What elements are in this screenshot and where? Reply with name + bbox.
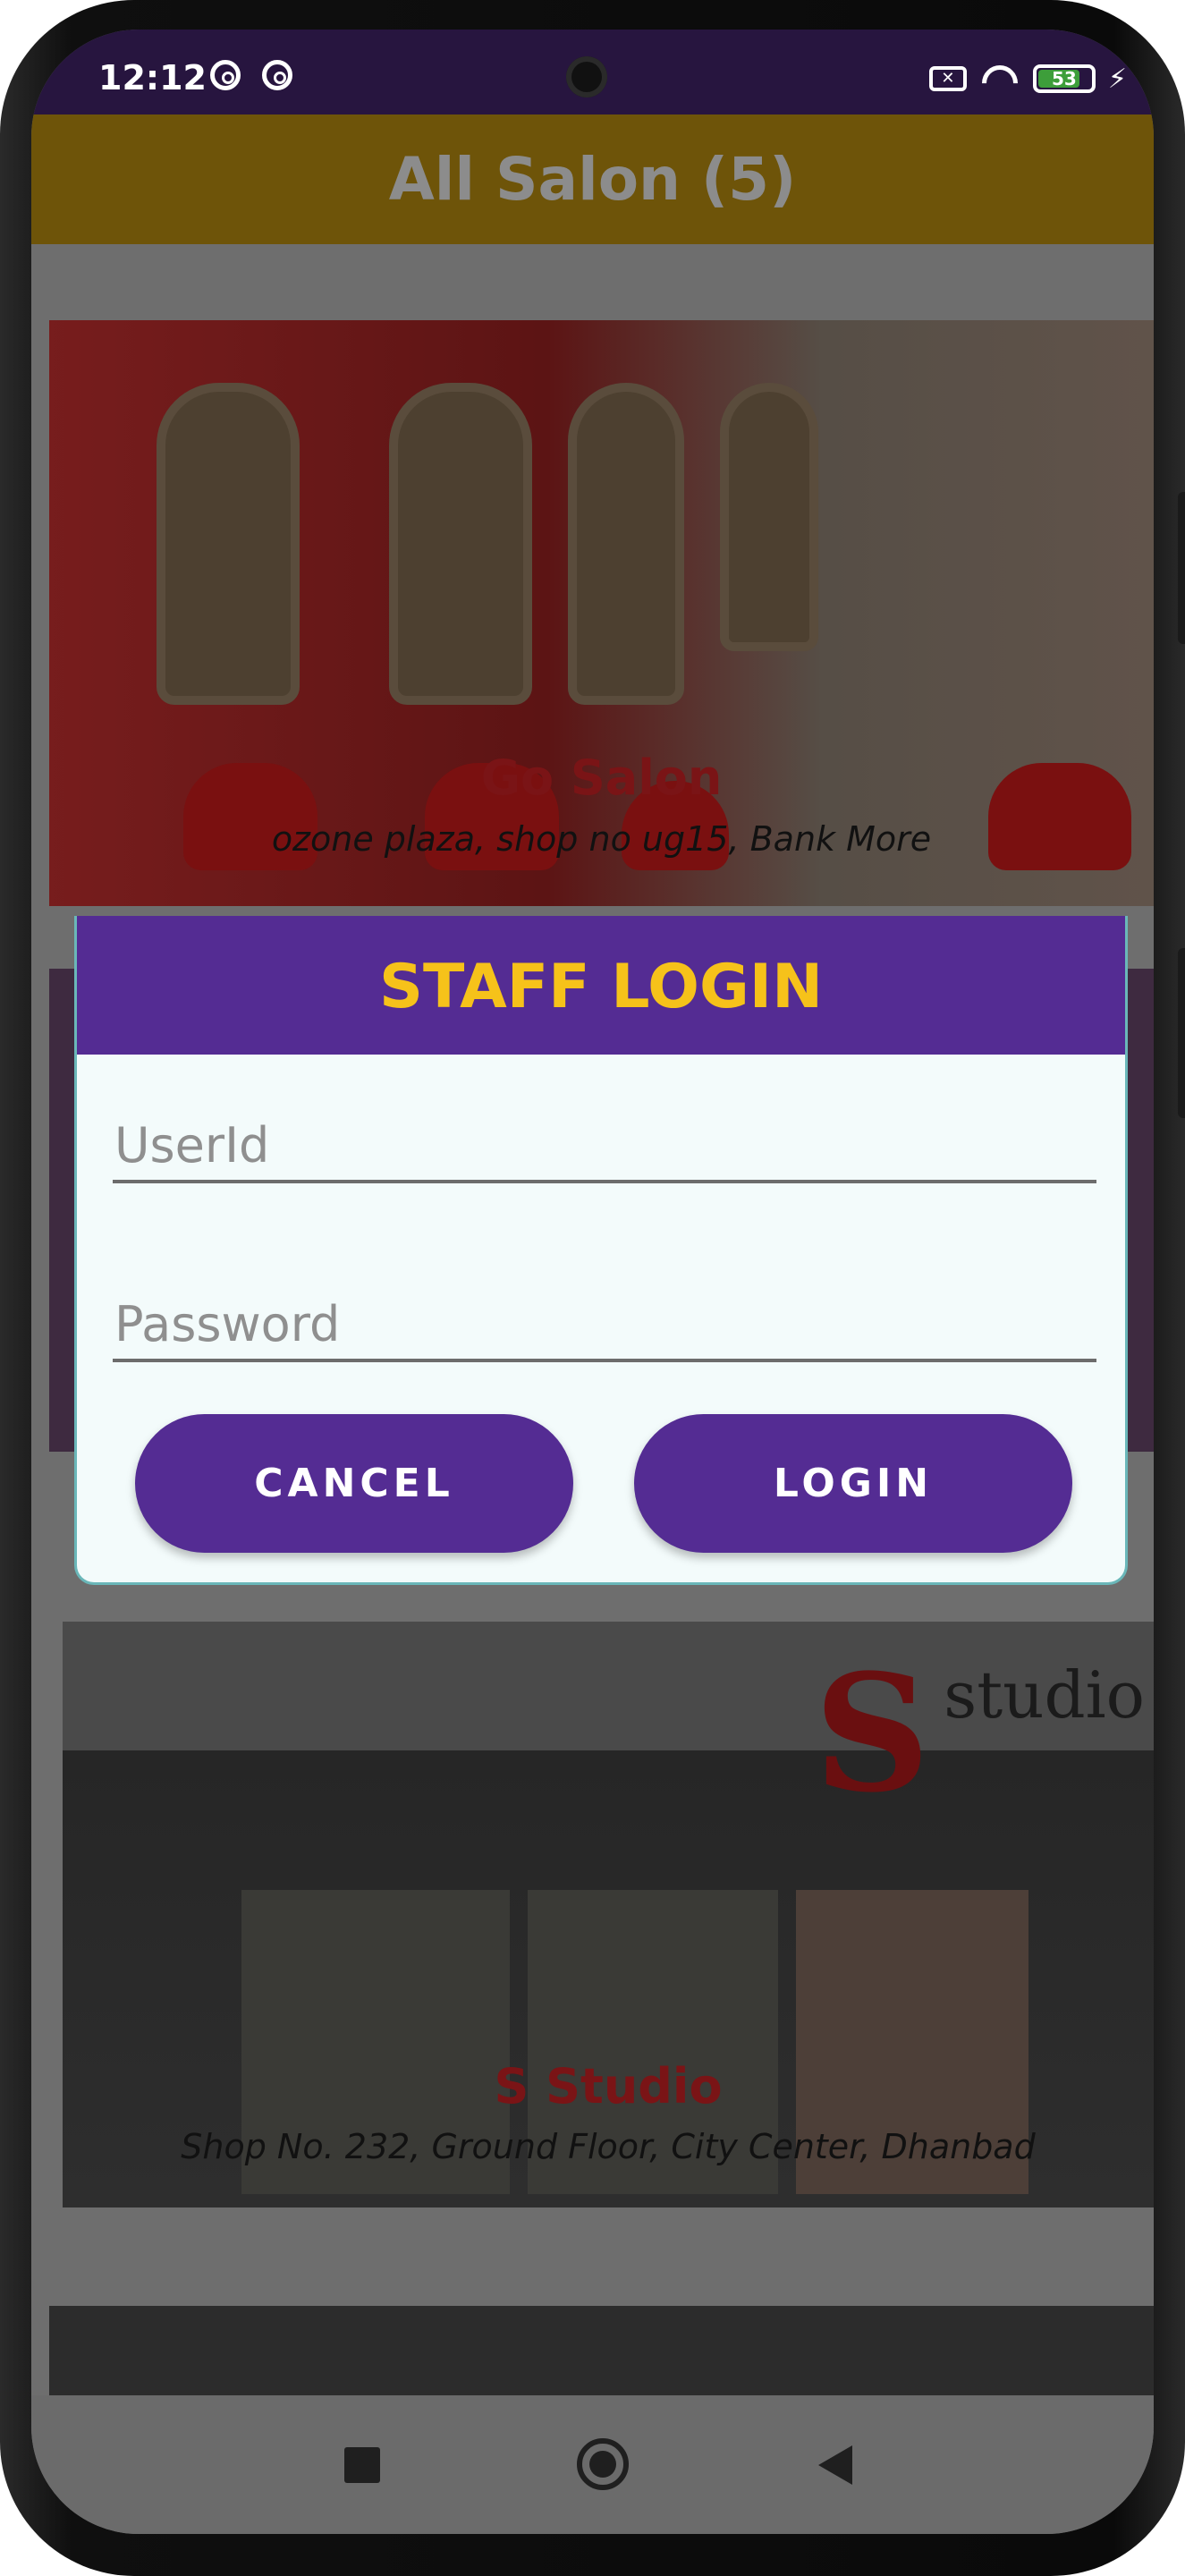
phone-frame: 12:12 ✕ 53 ⚡ All Salon (5) Go Salon ozon… xyxy=(0,0,1185,2576)
app-bar: All Salon (5) xyxy=(31,114,1154,244)
battery-icon: 53 xyxy=(1032,64,1096,93)
dialog-title: STAFF LOGIN xyxy=(378,952,824,1022)
staff-login-dialog: STAFF LOGIN CANCEL LOGIN xyxy=(74,916,1128,1585)
home-icon[interactable] xyxy=(577,2438,629,2490)
recents-icon[interactable] xyxy=(344,2447,380,2483)
navigation-bar xyxy=(31,2395,1154,2534)
userid-input[interactable] xyxy=(113,1116,1100,1174)
charging-icon: ⚡ xyxy=(1107,63,1127,95)
battery-level: 53 xyxy=(1052,68,1077,89)
status-bar: 12:12 ✕ 53 ⚡ xyxy=(31,30,1154,114)
volume-button xyxy=(1178,492,1185,644)
salon-address: Shop No. 232, Ground Floor, City Center,… xyxy=(181,2127,1036,2166)
cancel-button[interactable]: CANCEL xyxy=(135,1414,573,1553)
salon-name: S Studio xyxy=(494,2058,723,2114)
wifi-icon xyxy=(979,65,1020,92)
studio-signboard: studio xyxy=(944,1657,1145,1733)
salon-card[interactable]: Go Salon ozone plaza, shop no ug15, Bank… xyxy=(49,320,1154,906)
studio-logo-icon: S xyxy=(814,1640,930,1828)
login-button[interactable]: LOGIN xyxy=(634,1414,1072,1553)
password-input[interactable] xyxy=(113,1295,1100,1353)
power-button xyxy=(1178,948,1185,1118)
back-icon[interactable] xyxy=(818,2445,852,2485)
salon-card[interactable]: S studio S Studio Shop No. 232, Ground F… xyxy=(63,1622,1154,2207)
salon-photo-detail xyxy=(157,383,300,705)
salon-photo-detail xyxy=(389,383,532,705)
salon-address: ozone plaza, shop no ug15, Bank More xyxy=(271,819,932,859)
userid-field xyxy=(113,1108,1100,1183)
salon-photo-detail xyxy=(568,383,684,705)
salon-name: Go Salon xyxy=(480,750,723,806)
app-notification-icon xyxy=(262,60,292,90)
page-title: All Salon (5) xyxy=(388,145,797,214)
app-notification-icon xyxy=(210,60,241,90)
salon-photo-detail xyxy=(720,383,818,651)
password-field xyxy=(113,1287,1100,1362)
no-sim-icon: ✕ xyxy=(928,66,967,91)
front-camera xyxy=(566,56,607,97)
status-icons: ✕ 53 ⚡ xyxy=(928,63,1127,95)
dialog-header: STAFF LOGIN xyxy=(77,916,1125,1055)
status-time: 12:12 xyxy=(98,58,207,97)
